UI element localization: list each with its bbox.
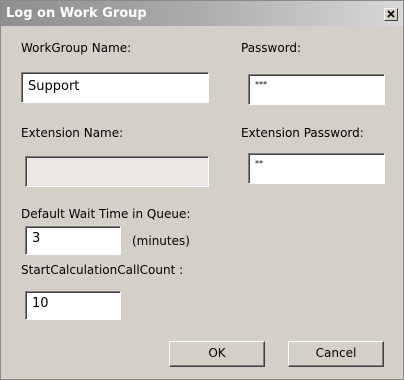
call-count-input[interactable]: 10 xyxy=(25,291,121,320)
extension-password-input[interactable]: ** xyxy=(248,153,385,184)
workgroup-name-label: WorkGroup Name: xyxy=(21,41,132,55)
password-input[interactable]: *** xyxy=(248,74,385,105)
title-bar[interactable]: Log on Work Group xyxy=(1,1,403,26)
wait-time-label: Default Wait Time in Queue: xyxy=(21,207,191,221)
close-icon xyxy=(387,10,395,18)
extension-name-input xyxy=(25,156,209,187)
log-on-work-group-dialog: Log on Work Group WorkGroup Name: Suppor… xyxy=(0,0,404,380)
password-label: Password: xyxy=(241,41,302,55)
ok-button[interactable]: OK xyxy=(169,341,265,367)
cancel-button[interactable]: Cancel xyxy=(288,341,384,367)
workgroup-name-input[interactable]: Support xyxy=(21,72,209,103)
extension-password-label: Extension Password: xyxy=(241,126,364,140)
close-button[interactable] xyxy=(384,8,398,21)
call-count-label: StartCalculationCallCount : xyxy=(21,263,184,277)
wait-time-input[interactable]: 3 xyxy=(25,226,121,255)
extension-name-label: Extension Name: xyxy=(21,126,124,140)
window-title: Log on Work Group xyxy=(6,6,147,21)
wait-time-unit-label: (minutes) xyxy=(132,234,190,248)
